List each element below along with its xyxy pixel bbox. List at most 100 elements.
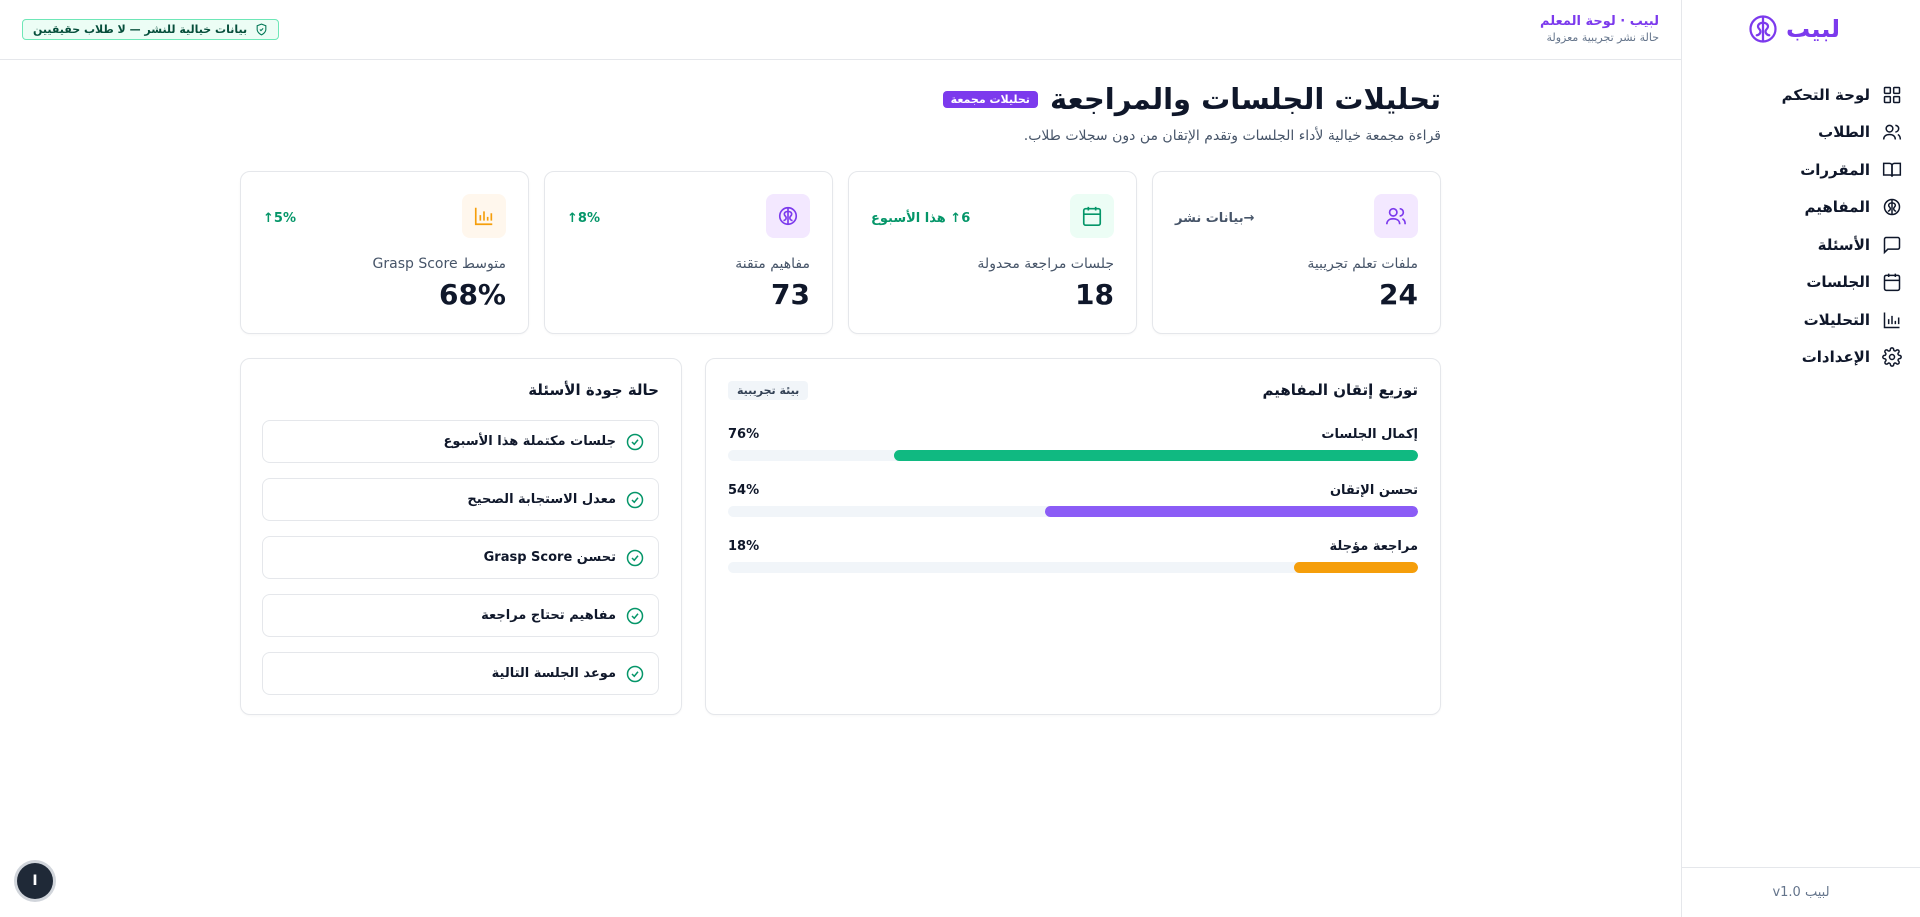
stat-icon-box <box>766 194 810 238</box>
list-item[interactable]: موعد الجلسة التالية <box>262 652 659 695</box>
calendar-icon <box>1883 273 1901 292</box>
stat-card-sessions: 6↑ هذا الأسبوع جلسات مراجعة محدولة 18 <box>848 171 1137 334</box>
stat-value: 68% <box>438 278 506 311</box>
progress-row: إكمال الجلسات 76% <box>728 427 1418 483</box>
sidebar-item-label: الأسئلة <box>1817 235 1870 254</box>
demo-badge-label: بيانات خيالية للنشر — لا طلاب حقيقيين <box>33 23 248 36</box>
list-item[interactable]: تحسن Grasp Score <box>262 536 659 579</box>
page-description: قراءة مجمعة خيالية لأداء الجلسات وتقدم ا… <box>1023 128 1441 144</box>
progress-track <box>728 506 1418 517</box>
sidebar-item-label: الطلاب <box>1818 123 1870 142</box>
sidebar-item-questions[interactable]: الأسئلة <box>1702 226 1902 264</box>
stat-label: ملفات تعلم تجريبية <box>1307 256 1418 272</box>
stat-value: 18 <box>1075 278 1114 311</box>
chart-icon <box>1883 312 1900 328</box>
stat-card-grasp: 5%↑ متوسط Grasp Score 68% <box>240 171 529 334</box>
brain-icon <box>1883 199 1901 216</box>
progress-label: إكمال الجلسات <box>1321 427 1418 442</box>
check-circle-icon <box>626 607 644 624</box>
header-title: لبيب · لوحة المعلم <box>1540 14 1659 29</box>
sidebar-item-label: المفاهيم <box>1804 198 1870 217</box>
users-icon <box>1882 124 1902 140</box>
stat-icon-box <box>462 194 506 238</box>
message-icon <box>1883 236 1901 255</box>
sidebar-item-settings[interactable]: الإعدادات <box>1702 339 1902 377</box>
check-circle-icon <box>626 433 644 450</box>
sidebar-item-students[interactable]: الطلاب <box>1702 114 1902 152</box>
sidebar-item-sessions[interactable]: الجلسات <box>1702 264 1902 302</box>
brand-logo[interactable]: لبيب <box>1748 14 1840 44</box>
sidebar-item-label: الإعدادات <box>1801 348 1870 367</box>
quality-list: جلسات مكتملة هذا الأسبوع معدل الاستجابة … <box>262 420 659 710</box>
sidebar-item-courses[interactable]: المقررات <box>1702 151 1902 189</box>
list-item-label: جلسات مكتملة هذا الأسبوع <box>443 434 617 449</box>
progress-fill <box>1293 562 1418 573</box>
brain-icon <box>778 206 798 226</box>
page-tag-badge: تحليلات مجمعة <box>942 90 1038 108</box>
version-label: لبيب v1.0 <box>1682 867 1920 917</box>
book-icon <box>1882 162 1902 177</box>
check-circle-icon <box>626 491 644 508</box>
list-item-label: تحسن Grasp Score <box>483 550 616 565</box>
stat-trend: 6↑ هذا الأسبوع <box>871 211 971 226</box>
brain-icon <box>1749 15 1777 43</box>
brand-name: لبيب <box>1785 15 1840 43</box>
stat-label: مفاهيم متقنة <box>735 256 810 272</box>
stat-icon-box <box>1070 194 1114 238</box>
stats-row: →بيانات نشر ملفات تعلم تجريبية 24 6↑ هذا… <box>240 171 1441 334</box>
stat-card-profiles: →بيانات نشر ملفات تعلم تجريبية 24 <box>1152 171 1441 334</box>
progress-track <box>728 450 1418 461</box>
progress-track <box>728 562 1418 573</box>
header-subtitle: حالة نشر تجريبية معزولة <box>1546 31 1660 44</box>
stat-value: 24 <box>1379 278 1418 311</box>
question-quality-panel: حالة جودة الأسئلة جلسات مكتملة هذا الأسب… <box>240 358 682 715</box>
progress-row: مراجعة مؤجلة 18% <box>728 539 1418 595</box>
list-item[interactable]: جلسات مكتملة هذا الأسبوع <box>262 420 659 463</box>
check-circle-icon <box>626 665 644 682</box>
sidebar-item-dashboard[interactable]: لوحة التحكم <box>1702 76 1902 114</box>
stat-value: 73 <box>771 278 810 311</box>
list-item-label: معدل الاستجابة الصحيح <box>467 492 616 507</box>
demo-data-badge: بيانات خيالية للنشر — لا طلاب حقيقيين <box>22 19 280 40</box>
mastery-distribution-panel: توزيع إتقان المفاهيم بيئة تجريبية إكمال … <box>705 358 1441 715</box>
page-title: تحليلات الجلسات والمراجعة <box>1049 82 1441 116</box>
progress-fill <box>1045 506 1418 517</box>
stat-trend: 8%↑ <box>567 211 600 226</box>
grid-icon <box>1883 86 1901 103</box>
progress-bars: إكمال الجلسات 76% تحسن الإتقان 54% مراجع… <box>728 427 1418 595</box>
list-item[interactable]: معدل الاستجابة الصحيح <box>262 478 659 521</box>
progress-fill <box>893 450 1418 461</box>
stat-label: جلسات مراجعة محدولة <box>977 256 1114 272</box>
sidebar: لبيب لوحة التحكم الطلاب المقررات المفاهي… <box>1681 0 1920 917</box>
list-item[interactable]: مفاهيم تحتاج مراجعة <box>262 594 659 637</box>
progress-value: 76% <box>728 427 760 442</box>
panel-title: حالة جودة الأسئلة <box>528 381 659 399</box>
users-icon <box>1386 207 1406 225</box>
sidebar-item-label: التحليلات <box>1803 310 1870 329</box>
progress-value: 54% <box>728 483 760 498</box>
sidebar-item-label: المقررات <box>1800 160 1870 179</box>
sidebar-item-label: الجلسات <box>1806 273 1870 292</box>
top-header: لبيب · لوحة المعلم حالة نشر تجريبية معزو… <box>0 0 1681 60</box>
progress-value: 18% <box>728 539 760 554</box>
sidebar-item-analytics[interactable]: التحليلات <box>1702 301 1902 339</box>
progress-row: تحسن الإتقان 54% <box>728 483 1418 539</box>
shield-check-icon <box>256 23 267 36</box>
calendar-icon <box>1082 206 1102 226</box>
stat-icon-box <box>1374 194 1418 238</box>
progress-label: تحسن الإتقان <box>1329 483 1418 498</box>
progress-label: مراجعة مؤجلة <box>1329 539 1418 554</box>
stat-trend: 5%↑ <box>263 211 296 226</box>
sidebar-item-concepts[interactable]: المفاهيم <box>1702 189 1902 227</box>
page-head: تحليلات الجلسات والمراجعة تحليلات مجمعة … <box>942 82 1441 144</box>
list-item-label: مفاهيم تحتاج مراجعة <box>481 608 616 623</box>
list-item-label: موعد الجلسة التالية <box>491 666 616 681</box>
chart-icon <box>474 207 493 226</box>
stat-card-concepts: 8%↑ مفاهيم متقنة 73 <box>544 171 833 334</box>
header-titles: لبيب · لوحة المعلم حالة نشر تجريبية معزو… <box>1540 14 1659 44</box>
check-circle-icon <box>626 549 644 566</box>
stat-label: متوسط Grasp Score <box>372 256 506 272</box>
stat-trend: →بيانات نشر <box>1175 211 1255 226</box>
help-button[interactable]: I <box>17 863 53 899</box>
sidebar-item-label: لوحة التحكم <box>1781 85 1870 104</box>
